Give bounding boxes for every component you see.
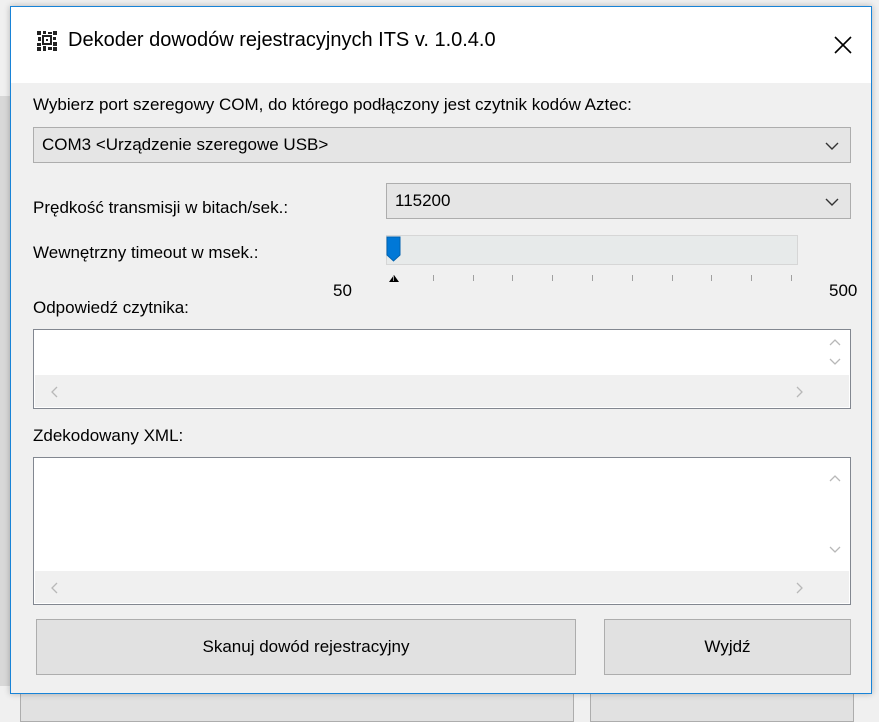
baud-select[interactable]: 115200 — [386, 183, 851, 219]
reader-response-label: Odpowiedź czytnika: — [33, 298, 189, 317]
horizontal-scrollbar[interactable] — [35, 571, 849, 603]
baud-selected-value: 115200 — [395, 191, 451, 210]
slider-tick — [711, 275, 713, 281]
slider-tick — [472, 275, 474, 281]
slider-tick — [512, 275, 514, 281]
slider-tick — [432, 275, 434, 281]
baud-label: Prędkość transmisji w bitach/sek.: — [33, 198, 289, 217]
close-icon — [834, 36, 852, 54]
scroll-left-icon[interactable] — [49, 386, 59, 398]
scroll-right-icon[interactable] — [795, 386, 805, 398]
chevron-down-icon — [825, 198, 839, 206]
timeout-min-label: 50 — [333, 281, 352, 300]
close-button[interactable] — [815, 7, 871, 83]
port-label: Wybierz port szeregowy COM, do którego p… — [33, 95, 632, 114]
slider-tick — [631, 275, 633, 281]
slider-tick — [671, 275, 673, 281]
decoded-xml-label: Zdekodowany XML: — [33, 426, 184, 445]
scroll-right-icon[interactable] — [795, 582, 805, 594]
vertical-scrollbar[interactable] — [821, 331, 849, 376]
scroll-up-icon[interactable] — [829, 337, 841, 347]
window-title: Dekoder dowodów rejestracyjnych ITS v. 1… — [68, 29, 496, 51]
vertical-scrollbar[interactable] — [821, 459, 849, 572]
title-bar: Dekoder dowodów rejestracyjnych ITS v. 1… — [11, 7, 871, 83]
port-select[interactable]: COM3 <Urządzenie szeregowe USB> — [33, 127, 851, 163]
slider-pointer-icon — [389, 275, 399, 282]
slider-tick — [393, 275, 394, 281]
main-window: Dekoder dowodów rejestracyjnych ITS v. 1… — [10, 6, 872, 694]
timeout-slider-thumb[interactable] — [386, 236, 401, 262]
slider-tick — [791, 275, 792, 281]
background-button-left — [20, 690, 574, 722]
scan-button[interactable]: Skanuj dowód rejestracyjny — [36, 619, 576, 675]
scroll-down-icon[interactable] — [829, 357, 841, 367]
scroll-left-icon[interactable] — [49, 582, 59, 594]
chevron-down-icon — [825, 142, 839, 150]
timeout-slider-track[interactable] — [386, 235, 798, 265]
slider-tick — [751, 275, 753, 281]
barcode-app-icon — [36, 30, 58, 52]
timeout-max-label: 500 — [829, 281, 858, 300]
horizontal-scrollbar[interactable] — [35, 375, 849, 407]
decoded-xml-textbox[interactable] — [33, 457, 851, 605]
slider-tick — [592, 275, 593, 281]
port-selected-value: COM3 <Urządzenie szeregowe USB> — [42, 135, 329, 154]
exit-button[interactable]: Wyjdź — [604, 619, 851, 675]
reader-response-textbox[interactable] — [33, 329, 851, 409]
timeout-label: Wewnętrzny timeout w msek.: — [33, 243, 259, 262]
slider-tick — [552, 275, 554, 281]
scroll-up-icon[interactable] — [829, 473, 841, 483]
background-button-right — [590, 690, 854, 722]
scroll-down-icon[interactable] — [829, 545, 841, 555]
